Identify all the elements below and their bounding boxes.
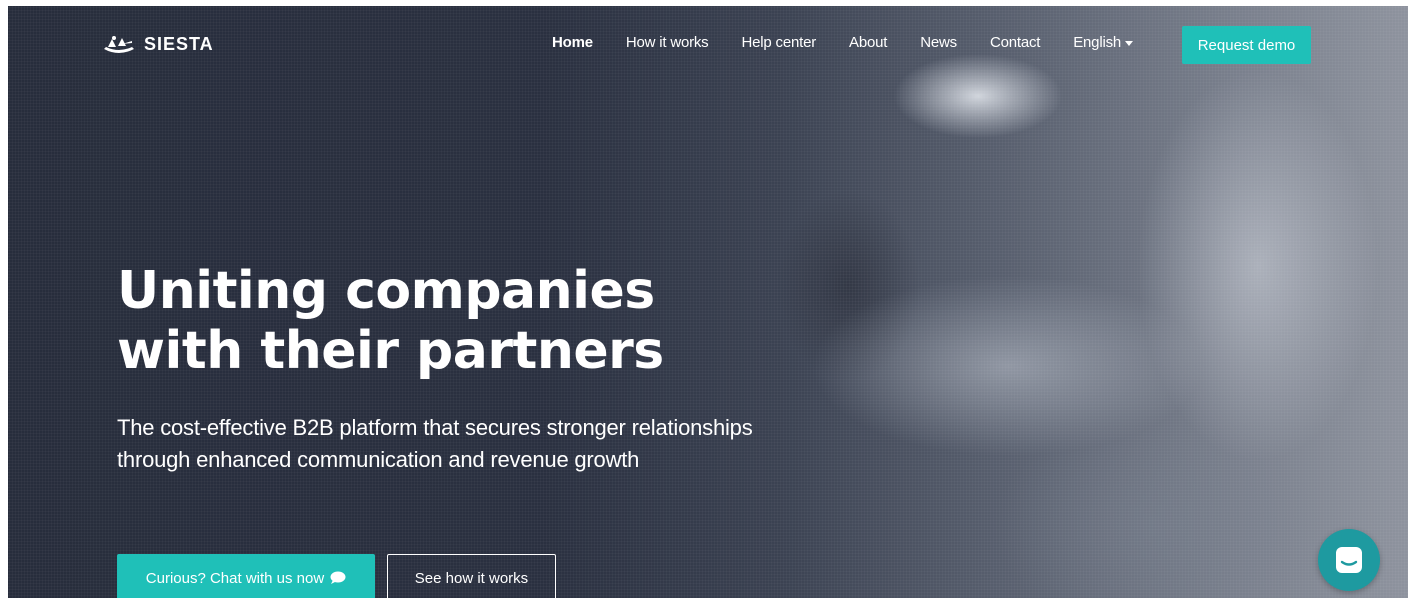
- see-how-it-works-button[interactable]: See how it works: [387, 554, 556, 598]
- chat-with-us-button[interactable]: Curious? Chat with us now: [117, 554, 375, 598]
- speech-bubble-icon: [330, 571, 346, 584]
- nav-item-home[interactable]: Home: [552, 34, 593, 51]
- chat-launcher-icon: [1336, 547, 1362, 573]
- top-navbar: SIESTA Home How it works Help center Abo…: [8, 6, 1408, 84]
- hero-subtext: The cost-effective B2B platform that sec…: [117, 415, 753, 472]
- nav-item-contact[interactable]: Contact: [990, 34, 1040, 51]
- brand-logo[interactable]: SIESTA: [102, 34, 214, 55]
- headline-line-1: Uniting companies: [117, 261, 655, 321]
- chat-button-label: Curious? Chat with us now: [145, 569, 325, 587]
- language-label: English: [1073, 34, 1122, 51]
- hero-headline: Uniting companies with their partners: [117, 261, 664, 381]
- nav-item-help-center[interactable]: Help center: [742, 34, 817, 51]
- headline-line-2: with their partners: [117, 321, 664, 381]
- brand-name: SIESTA: [144, 34, 214, 54]
- nav-item-about[interactable]: About: [849, 34, 887, 51]
- request-demo-button[interactable]: Request demo: [1182, 26, 1311, 64]
- hero-section: SIESTA Home How it works Help center Abo…: [8, 6, 1408, 598]
- caret-down-icon: [1125, 41, 1134, 46]
- nav-item-how-it-works[interactable]: How it works: [626, 34, 709, 51]
- hammock-logo-icon: [104, 35, 134, 53]
- nav-item-news[interactable]: News: [920, 34, 957, 51]
- nav-menu: Home How it works Help center About News…: [552, 34, 1134, 51]
- chat-launcher-button[interactable]: [1318, 529, 1380, 591]
- language-selector[interactable]: English: [1073, 34, 1134, 51]
